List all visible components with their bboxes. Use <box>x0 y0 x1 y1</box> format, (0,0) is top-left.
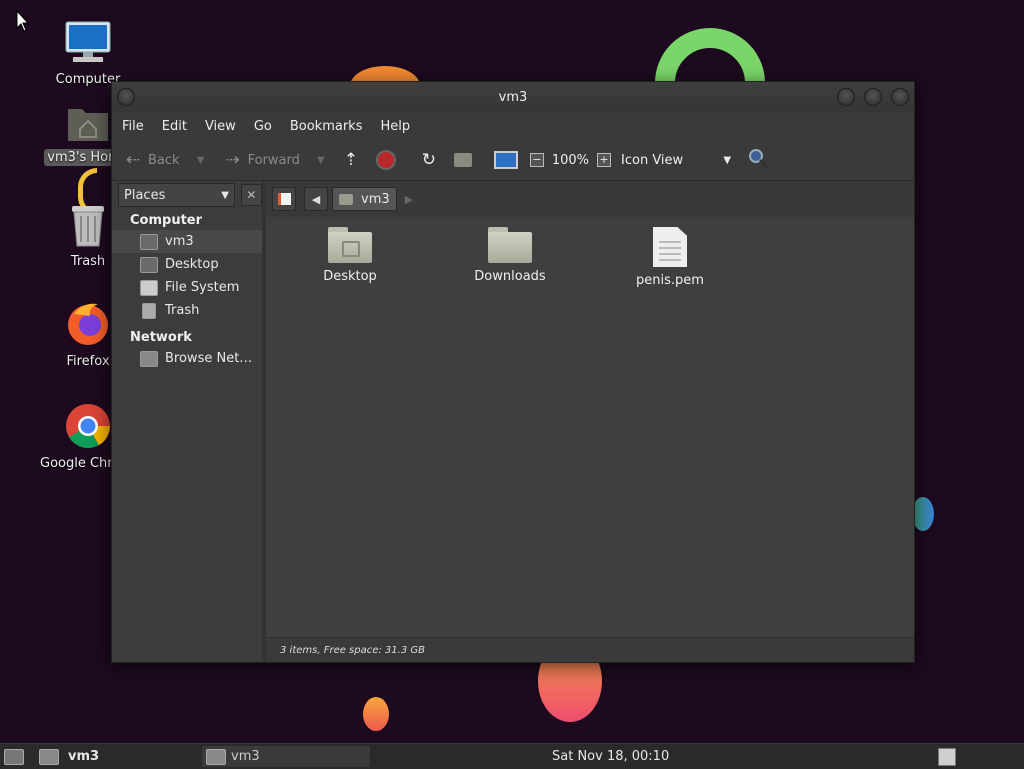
show-desktop-icon[interactable] <box>4 748 24 765</box>
breadcrumb-vm3[interactable]: vm3 <box>332 187 397 211</box>
zoom-out-button[interactable]: − <box>529 153 544 167</box>
desktop-folder-icon <box>328 227 372 263</box>
back-button[interactable]: ⇠ Back <box>122 150 180 170</box>
up-button[interactable]: ⇡ <box>340 150 362 170</box>
sidebar-item-desktop[interactable]: Desktop <box>112 253 262 276</box>
drive-icon <box>140 279 158 296</box>
folder-icon <box>488 227 532 263</box>
sidebar-item-trash[interactable]: Trash <box>112 299 262 322</box>
sidebar: Places ▼ ✕ Computer vm3 Desktop File Sys… <box>112 181 266 662</box>
home-button[interactable] <box>453 153 472 167</box>
sidebar-header: Places ▼ ✕ <box>112 181 262 209</box>
home-folder-icon <box>339 193 353 205</box>
menu-file[interactable]: File <box>122 119 144 134</box>
computer-button[interactable] <box>493 151 518 169</box>
mouse-cursor-icon <box>16 10 30 32</box>
window-title: vm3 <box>498 90 528 105</box>
status-bar: 3 items, Free space: 31.3 GB <box>266 637 914 662</box>
file-name: Desktop <box>323 269 377 284</box>
sidebar-item-file-system[interactable]: File System <box>112 276 262 299</box>
home-folder-icon <box>140 233 158 250</box>
desktop-folder-icon <box>140 256 158 273</box>
edit-icon <box>277 193 291 205</box>
background-small-ball <box>363 697 389 731</box>
toolbar: ⇠ Back ▼ ⇢ Forward ▼ ⇡ ↻ − 100% + Icon V… <box>112 140 914 181</box>
toggle-location-entry-button[interactable] <box>272 187 296 211</box>
menu-bookmarks[interactable]: Bookmarks <box>290 119 363 134</box>
path-left-arrow-button[interactable]: ◀ <box>304 187 328 211</box>
stop-button[interactable] <box>375 150 396 170</box>
home-folder-icon <box>68 109 108 141</box>
computer-icon <box>65 21 111 62</box>
workspace-label[interactable]: vm3 <box>68 749 99 764</box>
sidebar-section-network: Network <box>130 330 192 345</box>
file-item-downloads[interactable]: Downloads <box>455 227 565 284</box>
file-item-desktop[interactable]: Desktop <box>295 227 405 284</box>
file-view: Desktop Downloads penis.pem <box>266 217 914 638</box>
window-titlebar[interactable]: vm3 <box>112 82 914 112</box>
desktop-icon-label: Google Chrome <box>40 456 112 471</box>
arrow-right-icon: ⇢ <box>225 150 240 170</box>
menubar: File Edit View Go Bookmarks Help <box>112 112 914 140</box>
forward-history-dropdown[interactable]: ▼ <box>310 155 332 166</box>
search-icon <box>749 149 769 169</box>
file-item-penis-pem[interactable]: penis.pem <box>615 227 725 288</box>
places-select[interactable]: Places ▼ <box>118 183 235 207</box>
desktop-icon-computer[interactable]: Computer <box>43 20 133 87</box>
file-name: Downloads <box>474 269 546 284</box>
close-sidebar-button[interactable]: ✕ <box>240 184 262 206</box>
clock[interactable]: Sat Nov 18, 00:10 <box>552 749 669 764</box>
file-name: penis.pem <box>636 273 704 288</box>
menu-help[interactable]: Help <box>380 119 410 134</box>
network-icon <box>140 350 158 367</box>
trash-icon <box>142 302 156 319</box>
maximize-button[interactable] <box>864 88 882 106</box>
taskbar: vm3 vm3 Sat Nov 18, 00:10 <box>0 743 1024 769</box>
home-folder-icon[interactable] <box>39 748 59 765</box>
chrome-icon <box>66 404 110 448</box>
background-teal-blob <box>912 497 934 531</box>
pathbar: ◀ vm3 ▶ <box>266 181 914 217</box>
tray-icon[interactable] <box>938 748 956 766</box>
home-folder-icon <box>206 748 226 765</box>
menu-go[interactable]: Go <box>254 119 272 134</box>
text-file-icon <box>653 227 687 267</box>
desktop-icon-label: Firefox <box>66 354 110 369</box>
zoom-level: 100% <box>551 152 590 168</box>
zoom-in-button[interactable]: + <box>597 153 612 167</box>
menu-view[interactable]: View <box>205 119 236 134</box>
chevron-down-icon: ▼ <box>221 189 229 201</box>
path-right-arrow-button[interactable]: ▶ <box>405 193 413 206</box>
firefox-icon <box>68 303 108 345</box>
file-manager-window: vm3 File Edit View Go Bookmarks Help ⇠ B… <box>111 81 915 663</box>
trash-icon <box>72 206 104 247</box>
chevron-down-icon: ▼ <box>723 154 732 166</box>
back-history-dropdown[interactable]: ▼ <box>190 155 212 166</box>
menu-edit[interactable]: Edit <box>162 119 187 134</box>
search-button[interactable] <box>747 147 769 173</box>
view-mode-select[interactable]: Icon View ▼ <box>621 153 731 168</box>
sidebar-item-browse-network[interactable]: Browse Net… <box>112 347 262 370</box>
arrow-left-icon: ⇠ <box>125 150 141 170</box>
minimize-button[interactable] <box>837 88 855 106</box>
forward-button[interactable]: ⇢ Forward <box>222 150 299 170</box>
close-button[interactable] <box>891 88 909 106</box>
sidebar-section-computer: Computer <box>130 213 203 228</box>
reload-button[interactable]: ↻ <box>418 150 440 170</box>
task-button-vm3[interactable]: vm3 <box>202 746 370 767</box>
sidebar-item-vm3[interactable]: vm3 <box>112 230 262 253</box>
